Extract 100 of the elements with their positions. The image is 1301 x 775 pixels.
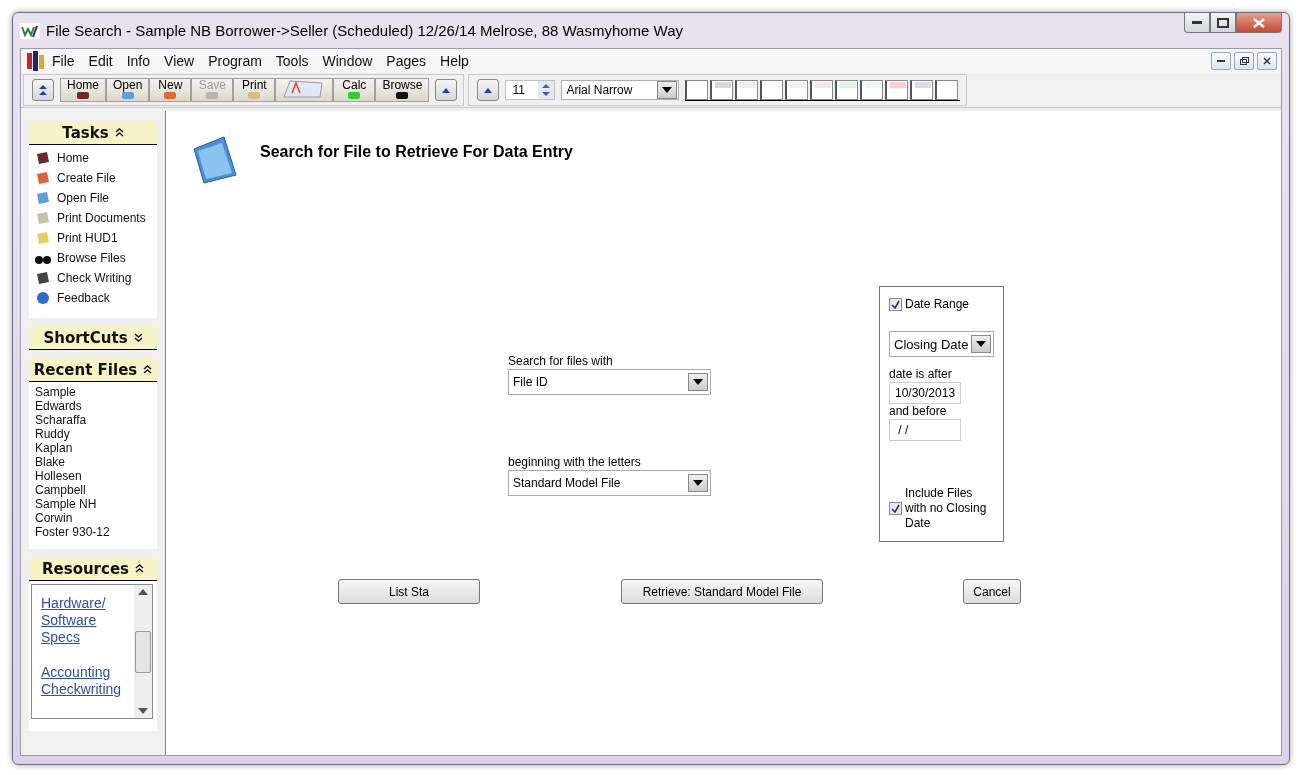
toolbar-button[interactable]: New <box>149 78 192 102</box>
task-link[interactable]: Print Documents <box>35 208 153 228</box>
toolbar-button[interactable]: Open <box>106 78 150 102</box>
menu-item[interactable]: Help <box>433 53 476 69</box>
include-checkbox[interactable]: Include Files with no Closing Date <box>889 486 994 531</box>
field-label: beginning with the letters <box>508 455 642 470</box>
toolbar-button[interactable]: Print <box>233 78 276 102</box>
app-logo-icon <box>25 51 45 71</box>
panel-header[interactable]: ShortCuts <box>29 326 157 350</box>
minimize-icon <box>1217 60 1225 62</box>
panel-header[interactable]: Tasks <box>29 121 157 145</box>
panel-header[interactable]: Resources <box>29 557 157 581</box>
panel-header[interactable]: Recent Files <box>29 358 157 382</box>
toolbar-button[interactable]: Browse <box>375 78 430 102</box>
resource-link[interactable]: Hardware/ Software Specs <box>41 595 134 646</box>
menu-item[interactable]: Window <box>315 53 380 69</box>
recent-file-link[interactable]: Hollesen <box>35 469 153 483</box>
task-link[interactable]: Browse Files <box>35 248 153 268</box>
close-icon <box>1263 57 1271 65</box>
task-link[interactable]: Check Writing <box>35 268 153 288</box>
checkmark-icon <box>891 504 900 513</box>
date-type-dropdown[interactable]: Closing Date <box>889 331 994 357</box>
app-logo-icon <box>20 22 40 39</box>
collapse-icon <box>114 128 124 137</box>
date-field[interactable]: 10/30/2013 <box>889 382 961 404</box>
toolbar-button[interactable]: Home <box>60 78 106 102</box>
recent-file-link[interactable]: Foster 930-12 <box>35 525 153 539</box>
up-arrow-icon <box>442 87 451 93</box>
dropdown-arrow-icon <box>662 87 673 93</box>
recent-file-link[interactable]: Campbell <box>35 483 153 497</box>
date-field[interactable]: / / <box>889 419 961 441</box>
collapse-icon <box>143 365 153 374</box>
task-link[interactable]: Feedback <box>35 288 153 308</box>
action-button[interactable]: Retrieve: Standard Model File <box>621 579 823 604</box>
dropdown-arrow-icon <box>976 341 986 347</box>
style-swatch[interactable] <box>885 79 909 100</box>
field-label: and before <box>889 404 948 419</box>
page-heading: Search for File to Retrieve For Data Entry <box>260 143 573 161</box>
minimize-button[interactable] <box>1184 13 1210 33</box>
menu-item[interactable]: View <box>157 53 202 69</box>
scrollbar[interactable] <box>134 585 152 718</box>
maximize-button[interactable] <box>1210 13 1236 33</box>
close-icon <box>1253 17 1265 28</box>
spinner-arrows-icon <box>538 81 555 99</box>
style-swatch[interactable] <box>735 79 759 100</box>
date-range-checkbox[interactable]: Date Range <box>889 297 994 311</box>
style-swatch[interactable] <box>835 79 859 100</box>
scroll-up-button[interactable] <box>435 79 458 101</box>
menu-item[interactable]: File <box>45 53 82 69</box>
recent-file-link[interactable]: Ruddy <box>35 427 153 441</box>
field-label: Search for files with <box>508 354 614 369</box>
restore-button[interactable] <box>1234 52 1254 70</box>
menu-item[interactable]: Edit <box>81 53 120 69</box>
dropdown-arrow-icon <box>693 480 703 486</box>
minimize-icon <box>1192 21 1202 24</box>
task-link[interactable]: Print HUD1 <box>35 228 153 248</box>
task-link[interactable]: Open File <box>35 188 153 208</box>
recent-file-link[interactable]: Scharaffa <box>35 413 153 427</box>
menu-item[interactable]: Tools <box>268 53 316 69</box>
up-arrow-icon <box>484 87 493 93</box>
double-up-arrow-icon <box>39 85 47 95</box>
close-button[interactable] <box>1257 52 1277 70</box>
scroll-up-icon <box>138 589 148 595</box>
recent-file-link[interactable]: Blake <box>35 455 153 469</box>
style-swatch[interactable] <box>935 79 959 100</box>
collapse-toolbar-button[interactable] <box>32 79 54 101</box>
menu-item[interactable]: Info <box>119 53 158 69</box>
task-link[interactable]: Create File <box>35 168 153 188</box>
action-button[interactable]: List Sta <box>338 579 480 604</box>
scroll-up-button[interactable] <box>477 79 500 101</box>
style-swatch[interactable] <box>910 79 934 100</box>
field-label: date is after <box>889 367 953 382</box>
menu-item[interactable]: Program <box>201 53 269 69</box>
recent-file-link[interactable]: Corwin <box>35 511 153 525</box>
letters-dropdown[interactable]: Standard Model File <box>508 470 711 496</box>
collapse-icon <box>135 564 144 573</box>
dropdown-arrow-icon <box>693 379 703 385</box>
toolbar-button[interactable]: Calc <box>333 78 376 102</box>
scroll-down-icon <box>138 708 148 714</box>
menu-item[interactable]: Pages <box>379 53 433 69</box>
style-swatch[interactable] <box>785 79 809 100</box>
font-size-field[interactable]: 11 <box>505 80 556 100</box>
style-swatch[interactable] <box>810 79 834 100</box>
search-by-dropdown[interactable]: File ID <box>508 369 711 395</box>
font-dropdown[interactable]: Arial Narrow <box>561 80 680 100</box>
style-swatch[interactable] <box>760 79 784 100</box>
style-swatch[interactable] <box>710 79 734 100</box>
style-swatch[interactable] <box>860 79 884 100</box>
recent-file-link[interactable]: Edwards <box>35 399 153 413</box>
action-button[interactable]: Cancel <box>963 579 1021 604</box>
minimize-button[interactable] <box>1211 52 1231 70</box>
style-swatch[interactable] <box>685 79 709 100</box>
resource-link[interactable]: Accounting Checkwriting <box>41 664 134 698</box>
recent-file-link[interactable]: Sample NH <box>35 497 153 511</box>
checkmark-icon <box>891 299 900 309</box>
window-title: File Search - Sample NB Borrower->Seller (Scheduled) 12/26/14 Melrose, 88 Wasmyhome Way <box>46 22 685 39</box>
expand-icon <box>133 333 143 342</box>
task-link[interactable]: Home <box>35 148 153 168</box>
recent-file-link[interactable]: Sample <box>35 385 153 399</box>
recent-file-link[interactable]: Kaplan <box>35 441 153 455</box>
